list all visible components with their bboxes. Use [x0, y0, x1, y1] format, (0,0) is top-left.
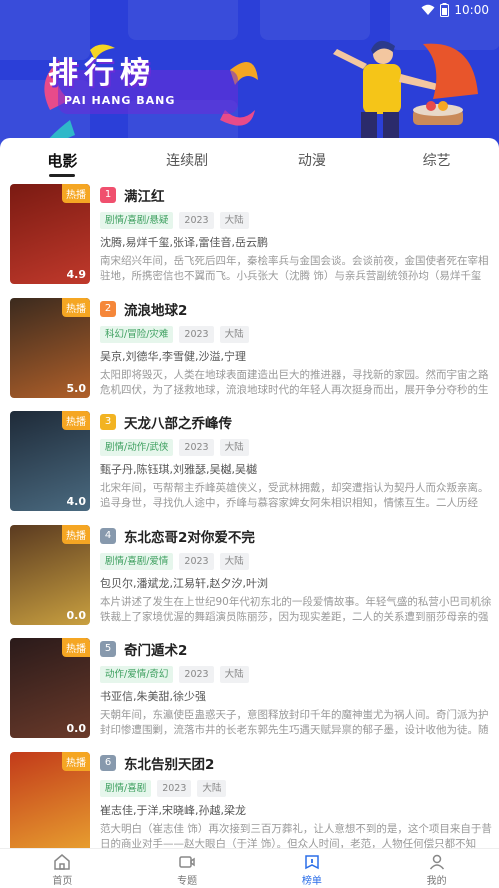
status-bar: 10:00: [0, 0, 499, 22]
user-icon: [429, 854, 444, 870]
score-label: 4.0: [66, 495, 87, 509]
bottom-nav: 首页 专题 榜单 我的: [0, 848, 499, 888]
description-text: 北宋年间，丐帮帮主乔峰英雄侠义，受武林拥戴，却突遭指认为契丹人而众叛亲离。追寻身…: [100, 482, 489, 510]
genre-tag: 剧情/喜剧: [100, 780, 152, 797]
nav-home-label: 首页: [52, 876, 73, 887]
genre-tag: 动作/爱情/奇幻: [100, 666, 174, 684]
rank-icon: [305, 855, 319, 870]
rank-badge: 2: [100, 300, 116, 317]
video-icon: [179, 856, 195, 868]
description-text: 南宋绍兴年间，岳飞死后四年，秦桧率兵与金国会谈。会谈前夜，金国使者死在宰相驻地，…: [100, 255, 489, 282]
genre-tag: 剧情/喜剧/悬疑: [100, 212, 174, 229]
region-tag: 大陆: [197, 780, 227, 797]
list-item[interactable]: 热播 4.0 3 天龙八部之乔峰传 剧情/动作/武侠 2023 大陆 甄子丹,陈…: [0, 409, 499, 522]
cast-text: 沈腾,易烊千玺,张译,雷佳音,岳云鹏: [100, 236, 268, 249]
cast-text: 甄子丹,陈钰琪,刘雅瑟,吴樾,吴樾: [100, 463, 257, 477]
list-item[interactable]: 热播 4.9 1 满江红 剧情/喜剧/悬疑 2023 大陆 沈腾,易烊千玺,张译…: [0, 182, 499, 295]
hot-badge: 热播: [62, 524, 90, 544]
year-tag: 2023: [179, 439, 214, 457]
movie-poster[interactable]: 热播 5.0: [10, 297, 90, 398]
movie-info: 6 东北告别天团2 剧情/喜剧 2023 大陆 崔志佳,于洋,宋晓峰,孙越,梁龙…: [100, 752, 492, 852]
movie-poster[interactable]: 热播: [10, 752, 90, 852]
banner-title: 排行榜: [48, 56, 156, 91]
description-text: 太阳即将毁灭，人类在地球表面建造出巨大的推进器，寻找新的家园。然而宇宙之路危机四…: [100, 368, 489, 396]
nav-topic-label: 专题: [177, 876, 198, 887]
region-tag: 大陆: [219, 552, 249, 570]
header-banner: 10:00 排行榜 PAI HANG BANG: [0, 0, 499, 152]
wifi-icon: [421, 4, 435, 15]
nav-rank-label: 榜单: [301, 876, 322, 887]
nav-topic[interactable]: 专题: [125, 849, 250, 888]
hot-badge: 热播: [62, 411, 90, 431]
ranking-panel: 电影 连续剧 动漫 综艺 热播 4.9 1 满江红 剧情/喜剧/悬疑 2023 …: [0, 138, 499, 852]
cast-text: 崔志佳,于洋,宋晓峰,孙越,梁龙: [100, 804, 246, 817]
region-tag: 大陆: [219, 325, 249, 343]
genre-tag: 剧情/喜剧/爱情: [100, 552, 174, 570]
score-label: 0.0: [66, 722, 87, 736]
region-tag: 大陆: [219, 666, 249, 684]
banner-title-block: 排行榜 PAI HANG BANG: [48, 48, 175, 107]
rank-badge: 3: [100, 414, 116, 431]
year-tag: 2023: [179, 552, 214, 570]
tab-anime[interactable]: 动漫: [250, 138, 375, 180]
year-tag: 2023: [157, 780, 192, 797]
score-label: 0.0: [66, 608, 87, 622]
score-label: 4.9: [66, 268, 87, 281]
cast-text: 吴京,刘德华,李雪健,沙溢,宁理: [100, 349, 246, 363]
home-icon: [54, 854, 71, 870]
nav-rank[interactable]: 榜单: [250, 849, 375, 888]
movie-title[interactable]: 东北恋哥2对你爱不完: [124, 526, 255, 546]
movie-title[interactable]: 流浪地球2: [124, 299, 187, 319]
nav-mine[interactable]: 我的: [374, 849, 499, 888]
person-illustration: [333, 40, 478, 140]
genre-tag: 科幻/冒险/灾难: [100, 325, 174, 343]
movie-info: 5 奇门遁术2 动作/爱情/奇幻 2023 大陆 书亚信,朱美甜,徐少强 天朝年…: [100, 638, 492, 738]
movie-title[interactable]: 满江红: [124, 185, 165, 205]
cast-text: 包贝尔,潘斌龙,江易轩,赵夕汐,叶浏: [100, 576, 268, 590]
cast-text: 书亚信,朱美甜,徐少强: [100, 690, 206, 704]
tab-movie[interactable]: 电影: [0, 138, 125, 180]
rank-badge: 1: [100, 187, 116, 203]
rank-badge: 6: [100, 755, 116, 771]
region-tag: 大陆: [219, 439, 249, 457]
movie-title[interactable]: 奇门遁术2: [124, 639, 187, 659]
year-tag: 2023: [179, 212, 214, 229]
description-text: 本片讲述了发生在上世纪90年代初东北的一段爱情故事。年轻气盛的私营小巴司机徐铁裁…: [100, 595, 492, 623]
movie-info: 3 天龙八部之乔峰传 剧情/动作/武侠 2023 大陆 甄子丹,陈钰琪,刘雅瑟,…: [100, 411, 492, 511]
category-tabs: 电影 连续剧 动漫 综艺: [0, 138, 499, 180]
year-tag: 2023: [179, 325, 214, 343]
tab-series[interactable]: 连续剧: [125, 138, 250, 180]
movie-poster[interactable]: 热播 4.9: [10, 184, 90, 284]
year-tag: 2023: [179, 666, 214, 684]
banner-subtitle: PAI HANG BANG: [64, 94, 176, 107]
movie-info: 4 东北恋哥2对你爱不完 剧情/喜剧/爱情 2023 大陆 包贝尔,潘斌龙,江易…: [100, 525, 492, 625]
status-time: 10:00: [454, 3, 489, 17]
movie-poster[interactable]: 热播 0.0: [10, 638, 90, 739]
hot-badge: 热播: [62, 297, 90, 317]
hot-badge: 热播: [62, 638, 90, 658]
nav-home[interactable]: 首页: [0, 849, 125, 888]
movie-title[interactable]: 东北告别天团2: [124, 753, 214, 773]
hot-badge: 热播: [62, 184, 90, 203]
region-tag: 大陆: [219, 212, 249, 229]
list-item[interactable]: 热播 0.0 5 奇门遁术2 动作/爱情/奇幻 2023 大陆 书亚信,朱美甜,…: [0, 636, 499, 749]
hot-badge: 热播: [62, 752, 90, 771]
genre-tag: 剧情/动作/武侠: [100, 439, 174, 457]
movie-info: 2 流浪地球2 科幻/冒险/灾难 2023 大陆 吴京,刘德华,李雪健,沙溢,宁…: [100, 298, 492, 398]
rank-badge: 4: [100, 527, 116, 544]
list-item[interactable]: 热播 5.0 2 流浪地球2 科幻/冒险/灾难 2023 大陆 吴京,刘德华,李…: [0, 296, 499, 409]
list-item[interactable]: 热播 0.0 4 东北恋哥2对你爱不完 剧情/喜剧/爱情 2023 大陆 包贝尔…: [0, 523, 499, 636]
score-label: 5.0: [66, 381, 87, 395]
movie-poster[interactable]: 热播 4.0: [10, 411, 90, 512]
movie-title[interactable]: 天龙八部之乔峰传: [124, 412, 232, 432]
list-item[interactable]: 热播 6 东北告别天团2 剧情/喜剧 2023 大陆 崔志佳,于洋,宋晓峰,孙越…: [0, 750, 499, 863]
rank-badge: 5: [100, 641, 116, 658]
nav-mine-label: 我的: [426, 876, 447, 887]
battery-icon: [440, 3, 450, 17]
tab-variety[interactable]: 综艺: [374, 138, 499, 180]
description-text: 天朝年间，东瀛使臣蛊惑天子，意图释放封印千年的魔神蚩尤为祸人间。奇门派为护封印惨…: [100, 709, 489, 737]
movie-info: 1 满江红 剧情/喜剧/悬疑 2023 大陆 沈腾,易烊千玺,张译,雷佳音,岳云…: [100, 184, 492, 284]
movie-poster[interactable]: 热播 0.0: [10, 524, 90, 625]
